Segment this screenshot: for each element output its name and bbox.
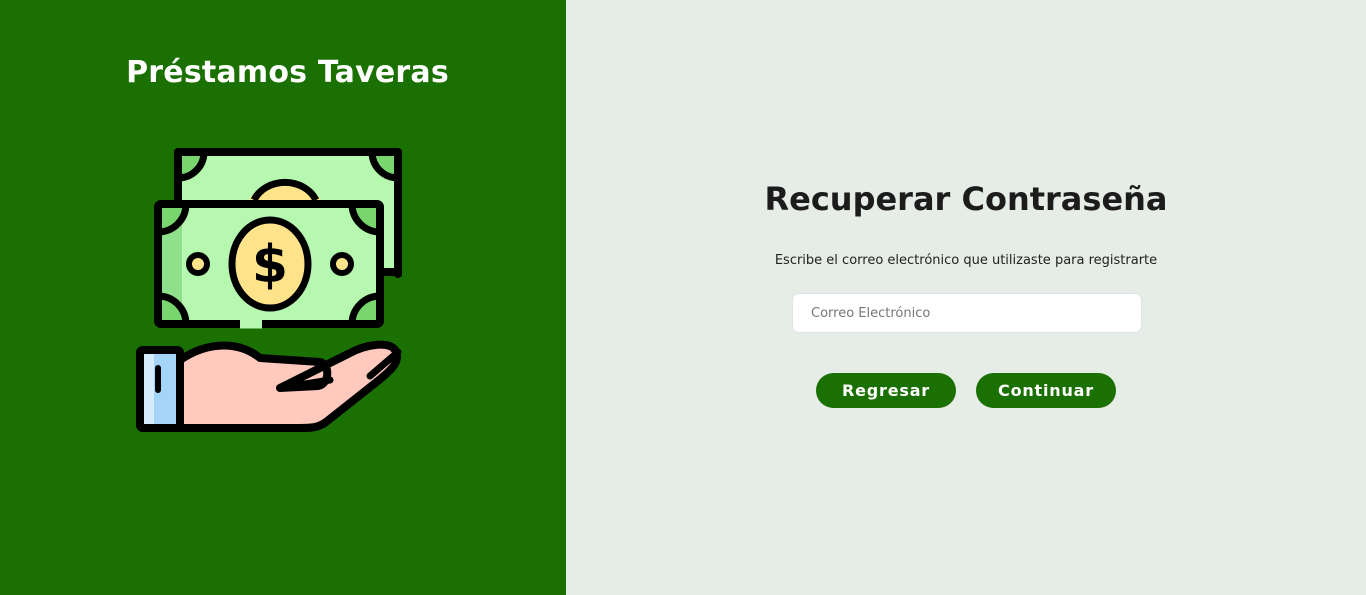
form-instructions: Escribe el correo electrónico que utiliz…	[774, 253, 1158, 268]
money-hand-icon: $	[136, 148, 402, 432]
front-bill: $	[154, 200, 384, 329]
form-title: Recuperar Contraseña	[764, 180, 1168, 218]
recovery-form-panel: Recuperar Contraseña Escribe el correo e…	[566, 0, 1366, 595]
hand	[136, 340, 402, 432]
password-recovery-page: Préstamos Taveras $ Recuperar Contraseña…	[0, 0, 1366, 595]
email-field[interactable]	[792, 293, 1142, 333]
continue-button[interactable]: Continuar	[976, 373, 1116, 408]
brand-title: Préstamos Taveras	[126, 55, 449, 90]
brand-panel: Préstamos Taveras $	[0, 0, 566, 595]
svg-text:$: $	[252, 235, 288, 295]
back-button[interactable]: Regresar	[816, 373, 956, 408]
